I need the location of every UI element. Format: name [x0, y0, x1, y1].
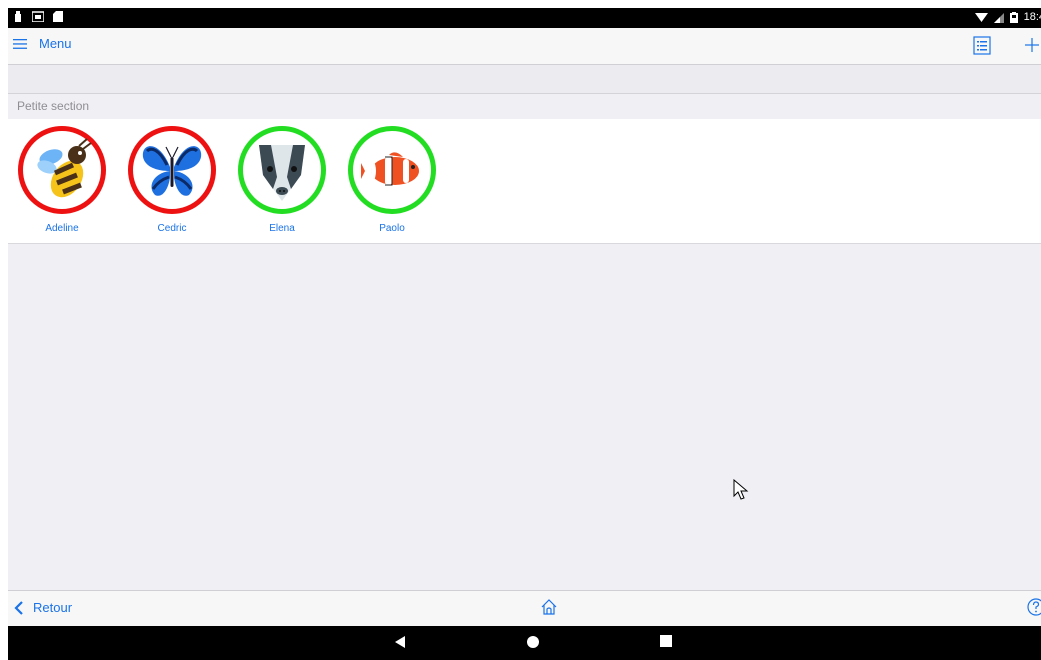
bottom-toolbar: Retour	[8, 590, 1041, 627]
plus-icon[interactable]	[1022, 35, 1041, 55]
status-bar-right: 18:4	[974, 11, 1041, 23]
status-ring	[238, 126, 326, 214]
mail-icon	[32, 11, 44, 22]
bee-icon	[37, 138, 92, 198]
status-ring	[348, 126, 436, 214]
home-icon[interactable]	[539, 597, 559, 617]
pupil-name: Paolo	[379, 223, 405, 234]
status-bar-left	[13, 11, 63, 22]
signal-icon	[993, 12, 1004, 23]
pupil-group-row: Adeline Cedric Elena Paolo	[8, 119, 1041, 244]
menu-label: Menu	[39, 36, 72, 51]
top-nav-bar: Menu	[8, 28, 1041, 65]
menu-button[interactable]: Menu	[13, 36, 72, 51]
pupil-name: Adeline	[45, 223, 79, 234]
butterfly-icon	[142, 146, 202, 196]
hamburger-icon	[13, 38, 27, 49]
sd-card-icon	[53, 11, 63, 22]
notification-icon	[15, 11, 21, 22]
battery-icon	[1009, 11, 1018, 23]
back-button[interactable]: Retour	[14, 600, 72, 615]
clownfish-icon	[361, 152, 419, 186]
back-label: Retour	[33, 600, 73, 615]
pupil-cedric[interactable]: Cedric	[125, 126, 225, 236]
status-ring	[18, 126, 106, 214]
help-icon[interactable]	[1026, 597, 1041, 617]
home-circle-icon[interactable]	[526, 635, 540, 649]
mouse-pointer-icon	[733, 479, 749, 500]
list-view-icon[interactable]	[973, 36, 991, 55]
pupil-paolo[interactable]: Paolo	[345, 126, 445, 236]
pupil-name: Elena	[269, 223, 295, 234]
back-triangle-icon[interactable]	[394, 635, 406, 649]
status-ring	[128, 126, 216, 214]
section-title: Petite section	[17, 99, 90, 113]
recents-square-icon[interactable]	[660, 635, 672, 647]
chevron-left-icon	[14, 600, 23, 615]
wifi-icon	[974, 12, 988, 22]
pupil-name: Cedric	[157, 223, 187, 234]
badger-icon	[259, 145, 305, 201]
pupil-adeline[interactable]: Adeline	[15, 126, 115, 236]
android-nav-bar	[8, 626, 1041, 660]
app-frame: 18:4 Menu Petite section	[8, 8, 1041, 660]
pupil-elena[interactable]: Elena	[235, 126, 335, 236]
status-bar: 18:4	[8, 8, 1041, 28]
empty-content-area	[8, 244, 1041, 590]
status-time: 18:4	[1023, 11, 1041, 23]
section-header: Petite section	[8, 94, 1041, 119]
search-strip[interactable]	[8, 65, 1041, 94]
